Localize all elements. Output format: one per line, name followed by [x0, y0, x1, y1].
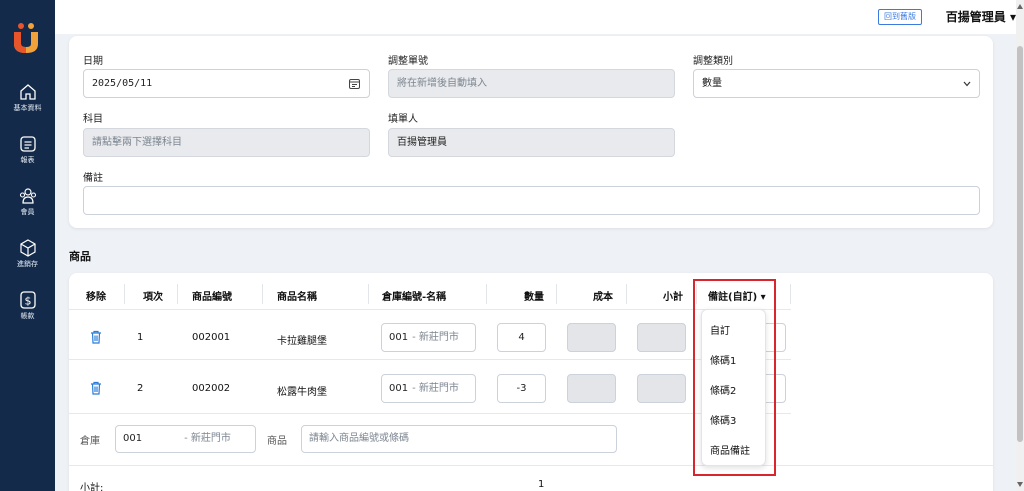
user-menu[interactable]: 百揚管理員 ▾	[946, 8, 1016, 25]
sidebar: 基本資料 報表 會員 進銷存 $ 帳款	[0, 0, 55, 491]
scrollbar-thumb[interactable]	[1017, 46, 1023, 442]
dollar-icon: $	[19, 291, 36, 309]
row-product-name: 卡拉雞腿堡	[277, 336, 327, 347]
add-warehouse-code: 001	[123, 433, 143, 444]
home-icon	[19, 84, 36, 100]
row-divider	[69, 359, 791, 360]
filler-value: 百揚管理員	[397, 137, 447, 148]
scroll-down-arrow-icon[interactable]	[1017, 482, 1023, 487]
column-separator	[262, 284, 263, 304]
svg-text:$: $	[24, 295, 31, 308]
app-logo-icon[interactable]	[11, 22, 41, 54]
column-header-subtotal: 小計	[663, 292, 683, 303]
sidebar-item-reports[interactable]: 報表	[0, 134, 55, 165]
sidebar-item-accounts[interactable]: $ 帳款	[0, 290, 55, 321]
column-header-remove: 移除	[86, 292, 106, 303]
add-warehouse-name: - 新莊門市	[184, 433, 231, 444]
top-bar: 回到舊版 百揚管理員 ▾	[55, 0, 1016, 34]
sidebar-item-inventory[interactable]: 進銷存	[0, 238, 55, 269]
column-separator	[486, 284, 487, 304]
add-warehouse-input[interactable]: 001 - 新莊門市	[115, 425, 256, 453]
row-warehouse-code: 001	[389, 332, 409, 343]
add-product-input[interactable]: 請輸入商品編號或條碼	[301, 425, 617, 453]
highlight-box	[693, 279, 776, 476]
row-qty-input[interactable]: -3	[497, 374, 546, 403]
column-separator	[556, 284, 557, 304]
members-icon	[19, 188, 36, 204]
column-separator	[626, 284, 627, 304]
column-header-cost: 成本	[593, 292, 613, 303]
row-warehouse-code: 001	[389, 383, 409, 394]
column-separator	[177, 284, 178, 304]
report-icon	[19, 136, 36, 152]
row-index: 2	[137, 383, 144, 394]
row-cost-field	[567, 374, 616, 403]
sidebar-item-label: 基本資料	[13, 104, 42, 112]
calendar-icon[interactable]	[349, 78, 360, 89]
row-subtotal-field	[637, 323, 686, 352]
subject-placeholder: 請點擊兩下選擇科目	[92, 137, 182, 148]
page-scrollbar[interactable]	[1016, 0, 1024, 491]
row-divider	[69, 465, 993, 466]
chevron-down-icon	[963, 81, 971, 87]
products-table-card: 移除 項次 商品編號 商品名稱 倉庫編號-名稱 數量 成本 小計 備註(自訂) …	[69, 273, 993, 491]
filler-label: 填單人	[388, 114, 418, 125]
row-warehouse-name: - 新莊門市	[412, 332, 459, 343]
column-separator	[790, 284, 791, 304]
products-section-title: 商品	[69, 250, 91, 263]
row-divider	[69, 309, 791, 310]
row-product-code: 002001	[192, 332, 231, 343]
trash-icon[interactable]	[90, 330, 102, 344]
row-subtotal-field	[637, 374, 686, 403]
date-field[interactable]: 2025/05/11	[83, 69, 370, 98]
date-label: 日期	[83, 56, 103, 67]
column-separator	[124, 284, 125, 304]
column-header-code: 商品編號	[192, 292, 232, 303]
add-warehouse-label: 倉庫	[80, 436, 100, 447]
sidebar-item-label: 進銷存	[17, 260, 38, 268]
subject-label: 科目	[83, 114, 103, 125]
adjustment-form-card: 日期 2025/05/11 調整單號 將在新增後自動填入 調整類別 數量 科目 …	[69, 36, 993, 228]
scroll-up-arrow-icon[interactable]	[1017, 4, 1023, 9]
sidebar-item-label: 報表	[20, 156, 35, 164]
column-header-warehouse: 倉庫編號-名稱	[382, 292, 447, 303]
column-header-qty: 數量	[524, 292, 544, 303]
row-cost-field	[567, 323, 616, 352]
column-header-index: 項次	[143, 292, 163, 303]
note-input[interactable]	[83, 186, 980, 215]
row-product-code: 002002	[192, 383, 231, 394]
row-index: 1	[137, 332, 144, 343]
row-divider	[69, 413, 791, 414]
filler-field: 百揚管理員	[388, 128, 675, 157]
back-to-old-version-button[interactable]: 回到舊版	[878, 9, 922, 25]
column-header-name: 商品名稱	[277, 292, 317, 303]
adjust-no-placeholder: 將在新增後自動填入	[397, 78, 487, 89]
sidebar-item-members[interactable]: 會員	[0, 186, 55, 217]
adjust-type-select[interactable]: 數量	[693, 69, 980, 98]
note-label: 備註	[83, 173, 103, 184]
sidebar-item-label: 帳款	[20, 312, 35, 320]
row-warehouse-name: - 新莊門市	[412, 383, 459, 394]
add-product-label: 商品	[267, 436, 287, 447]
trash-icon[interactable]	[90, 381, 102, 395]
adjust-no-field: 將在新增後自動填入	[388, 69, 675, 98]
adjust-type-label: 調整類別	[693, 56, 733, 67]
row-qty-input[interactable]: 4	[497, 323, 546, 352]
adjust-no-label: 調整單號	[388, 56, 428, 67]
add-product-placeholder: 請輸入商品編號或條碼	[309, 433, 409, 444]
subject-field[interactable]: 請點擊兩下選擇科目	[83, 128, 370, 157]
sidebar-item-basic-data[interactable]: 基本資料	[0, 82, 55, 113]
subtotal-qty: 1	[538, 479, 545, 490]
row-warehouse-input[interactable]: 001- 新莊門市	[381, 323, 476, 352]
row-product-name: 松露牛肉堡	[277, 387, 327, 398]
row-warehouse-input[interactable]: 001- 新莊門市	[381, 374, 476, 403]
column-separator	[368, 284, 369, 304]
adjust-type-value: 數量	[702, 78, 722, 89]
subtotal-label: 小計:	[80, 483, 104, 491]
inventory-icon	[19, 239, 36, 257]
sidebar-item-label: 會員	[20, 208, 35, 216]
date-value: 2025/05/11	[92, 78, 153, 89]
